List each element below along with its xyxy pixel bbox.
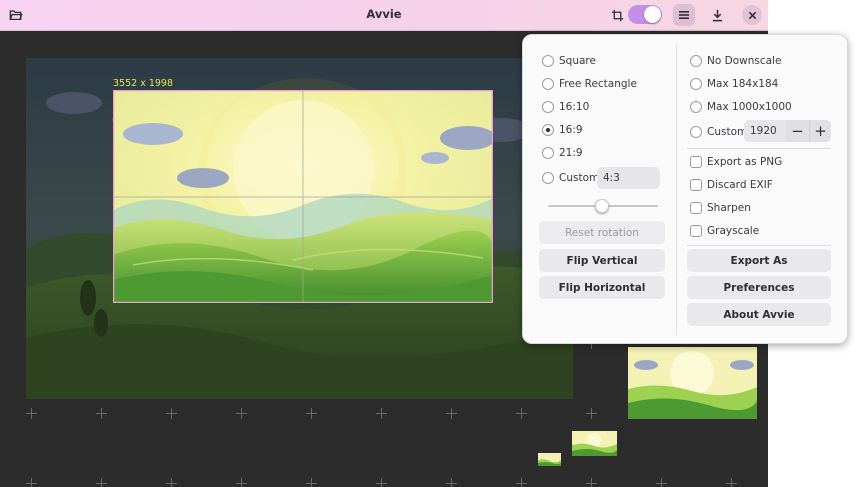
aspect-option-16-10[interactable]: 16:10 <box>542 98 589 116</box>
aspect-option-label: Square <box>559 55 596 67</box>
radio-button[interactable] <box>542 101 554 113</box>
rotation-slider[interactable] <box>548 199 658 213</box>
checkbox-sharpen[interactable]: Sharpen <box>690 199 751 217</box>
checkbox[interactable] <box>690 179 702 191</box>
grid-cross <box>166 408 177 419</box>
download-button[interactable] <box>706 4 728 26</box>
preview-thumbnail-large <box>628 347 757 419</box>
popover-divider-vertical <box>676 43 677 335</box>
grid-cross <box>376 408 387 419</box>
aspect-option-custom[interactable]: Custom <box>542 169 599 187</box>
divider <box>687 245 831 246</box>
preview-thumbnail-small <box>538 453 561 466</box>
export-as-button[interactable]: Export As <box>687 249 831 272</box>
header-bar: Avvie <box>0 0 768 31</box>
preferences-button[interactable]: Preferences <box>687 276 831 299</box>
radio-button[interactable] <box>690 101 702 113</box>
grid-cross <box>306 478 317 487</box>
main-menu-button[interactable] <box>673 4 695 26</box>
switch-knob <box>644 6 661 23</box>
radio-button[interactable] <box>690 126 702 138</box>
grid-cross <box>306 408 317 419</box>
download-icon <box>712 9 722 21</box>
aspect-option-free-rectangle[interactable]: Free Rectangle <box>542 75 637 93</box>
crop-mode-button[interactable] <box>606 4 628 26</box>
radio-button[interactable] <box>690 78 702 90</box>
reset-rotation-button[interactable]: Reset rotation <box>539 221 665 244</box>
flip-horizontal-button[interactable]: Flip Horizontal <box>539 276 665 299</box>
grid-cross <box>236 408 247 419</box>
downscale-option-label: No Downscale <box>707 55 782 67</box>
checkbox-label: Grayscale <box>707 225 760 237</box>
grid-cross <box>376 478 387 487</box>
custom-ratio-input[interactable]: 4:3 <box>597 167 660 189</box>
crop-toggle-switch[interactable] <box>628 5 662 24</box>
about-avvie-button[interactable]: About Avvie <box>687 303 831 326</box>
grid-cross <box>516 478 527 487</box>
grid-cross <box>586 408 597 419</box>
downscale-option-label: Max 184x184 <box>707 78 779 90</box>
downscale-option-184[interactable]: Max 184x184 <box>690 75 778 93</box>
downscale-option-label: Custom <box>707 126 748 138</box>
checkbox[interactable] <box>690 202 702 214</box>
open-file-button[interactable] <box>5 4 27 26</box>
preview-thumbnail-medium <box>572 431 617 456</box>
checkbox-label: Sharpen <box>707 202 751 214</box>
aspect-option-21-9[interactable]: 21:9 <box>542 144 583 162</box>
crop-selection[interactable] <box>113 90 493 303</box>
checkbox[interactable] <box>690 156 702 168</box>
aspect-option-16-9[interactable]: 16:9 <box>542 121 583 139</box>
dimension-label: 3552 x 1998 <box>113 78 174 89</box>
grid-cross <box>26 408 37 419</box>
crop-icon <box>611 9 623 21</box>
slider-handle[interactable] <box>595 199 609 213</box>
radio-button[interactable] <box>542 147 554 159</box>
grid-cross <box>656 478 667 487</box>
checkbox[interactable] <box>690 225 702 237</box>
aspect-option-label: 21:9 <box>559 147 583 159</box>
radio-button[interactable] <box>542 172 554 184</box>
downscale-option-label: Max 1000x1000 <box>707 101 792 113</box>
folder-open-icon <box>9 10 23 21</box>
aspect-option-label: 16:9 <box>559 124 583 136</box>
close-button[interactable] <box>742 5 762 25</box>
checkbox-label: Discard EXIF <box>707 179 773 191</box>
grid-cross <box>446 478 457 487</box>
custom-downscale-input[interactable]: 1920 <box>744 120 786 142</box>
checkbox-label: Export as PNG <box>707 156 783 168</box>
grid-cross <box>516 408 527 419</box>
aspect-option-label: 16:10 <box>559 101 590 113</box>
grid-cross <box>96 408 107 419</box>
plus-icon: + <box>814 122 827 140</box>
grid-cross <box>26 478 37 487</box>
downscale-option-none[interactable]: No Downscale <box>690 52 781 70</box>
checkbox-export-png[interactable]: Export as PNG <box>690 153 782 171</box>
minus-icon: − <box>791 122 804 140</box>
settings-popover: Square Free Rectangle 16:10 16:9 21:9 Cu… <box>522 34 848 344</box>
hamburger-menu-icon <box>679 11 689 19</box>
downscale-option-custom[interactable]: Custom <box>690 123 747 141</box>
checkbox-discard-exif[interactable]: Discard EXIF <box>690 176 773 194</box>
stepper-decrement-button[interactable]: − <box>786 120 809 142</box>
grid-cross <box>446 408 457 419</box>
radio-button[interactable] <box>542 78 554 90</box>
flip-vertical-button[interactable]: Flip Vertical <box>539 249 665 272</box>
aspect-option-square[interactable]: Square <box>542 52 596 70</box>
checkbox-grayscale[interactable]: Grayscale <box>690 222 759 240</box>
downscale-option-1000[interactable]: Max 1000x1000 <box>690 98 792 116</box>
aspect-option-label: Free Rectangle <box>559 78 637 90</box>
grid-cross <box>96 478 107 487</box>
grid-cross <box>586 478 597 487</box>
divider <box>687 148 831 149</box>
grid-cross <box>166 478 177 487</box>
stepper-increment-button[interactable]: + <box>809 120 831 142</box>
radio-button-selected[interactable] <box>542 124 554 136</box>
aspect-option-label: Custom <box>559 172 600 184</box>
grid-cross <box>236 478 247 487</box>
close-icon <box>748 11 756 19</box>
radio-button[interactable] <box>690 55 702 67</box>
radio-button[interactable] <box>542 55 554 67</box>
grid-cross <box>726 478 737 487</box>
